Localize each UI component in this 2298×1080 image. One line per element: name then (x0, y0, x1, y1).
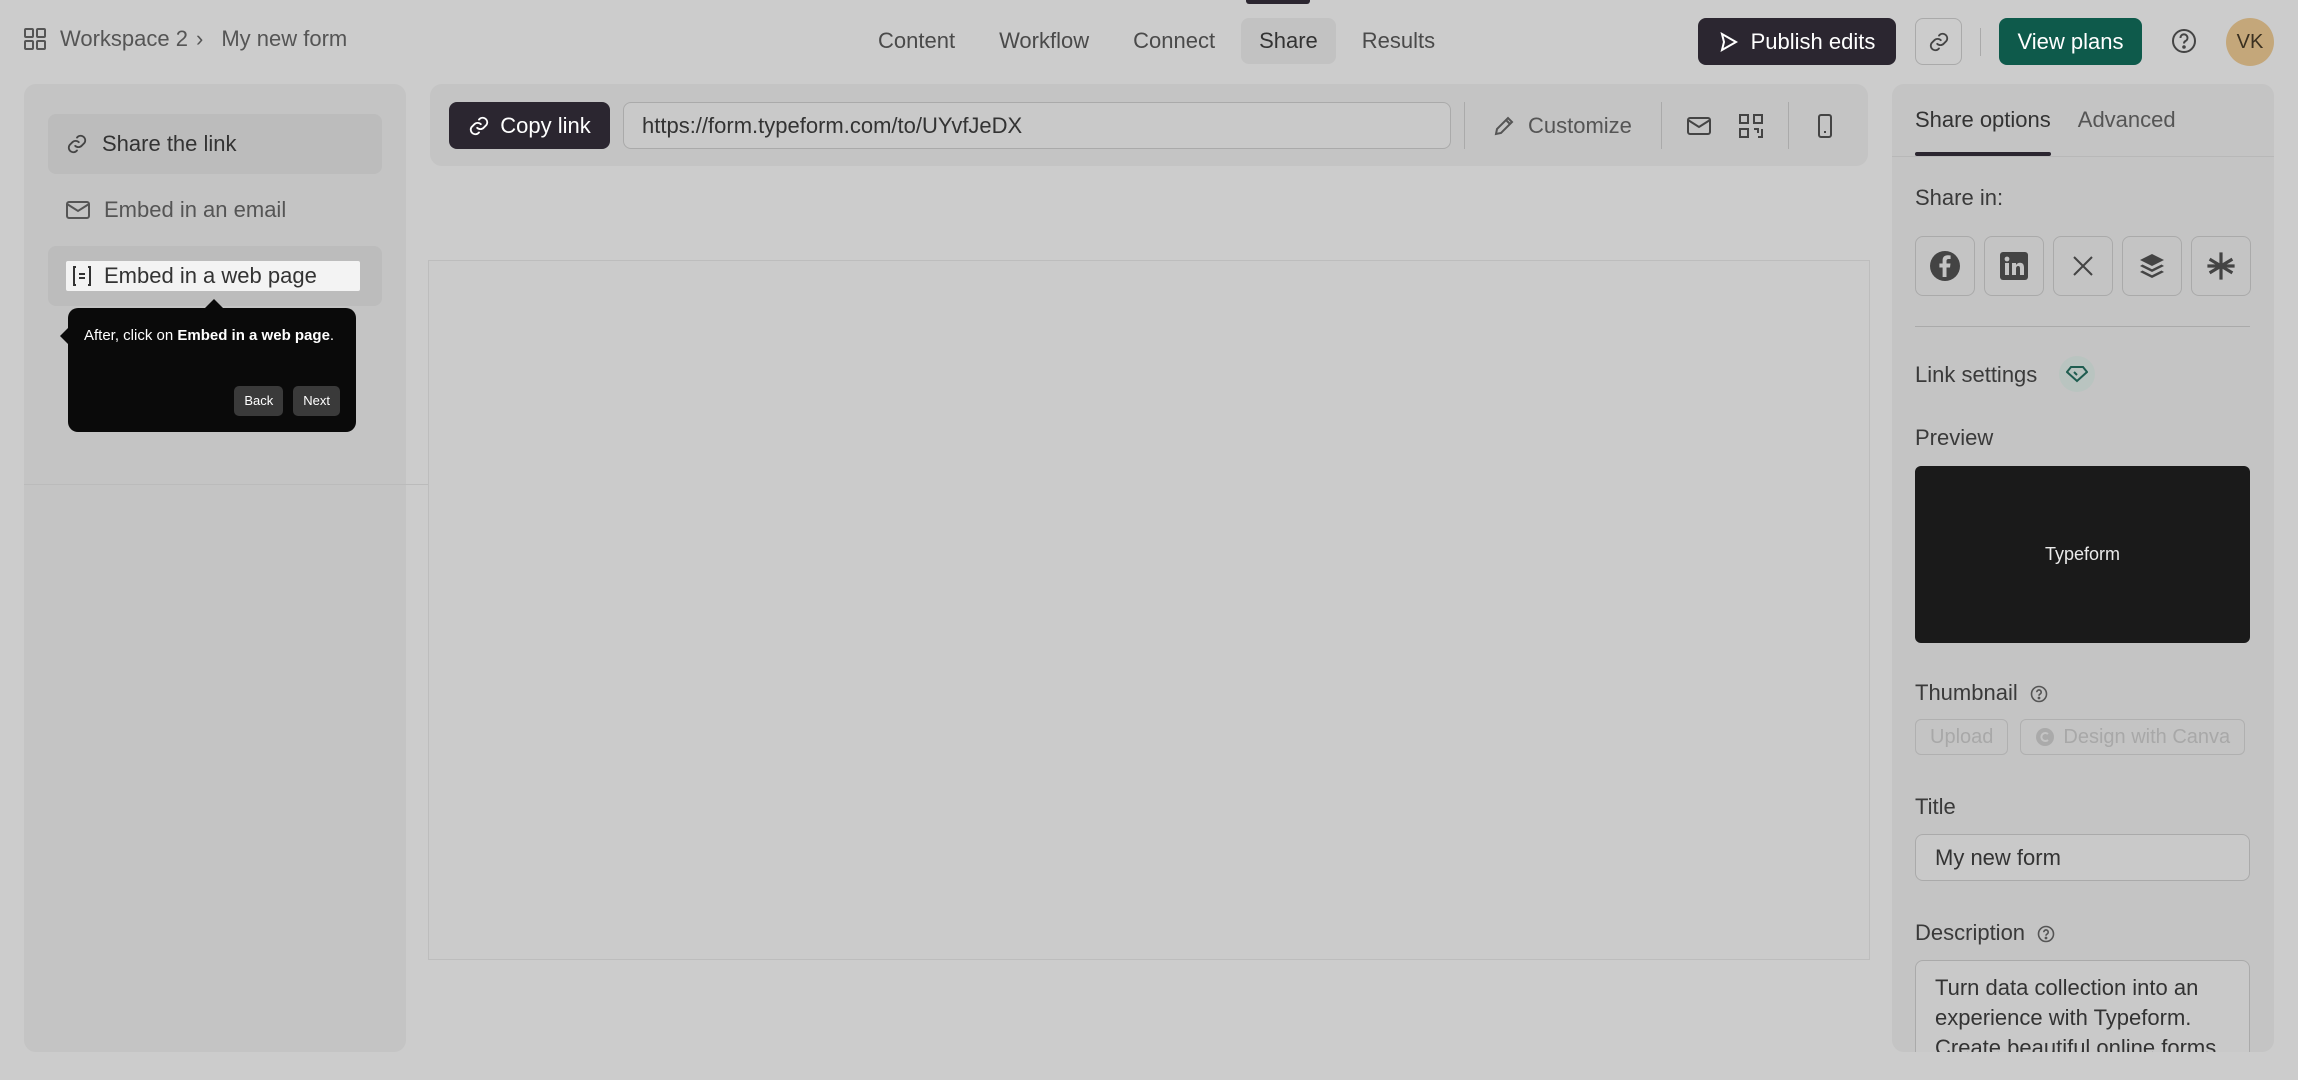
buffer-icon (2140, 254, 2164, 278)
description-textarea[interactable]: Turn data collection into an experience … (1915, 960, 2250, 1052)
description-label: Description (1915, 920, 2055, 946)
linkedin-share-button[interactable] (1984, 236, 2044, 296)
divider (1980, 28, 1981, 56)
avatar[interactable]: VK (2226, 18, 2274, 66)
sidebar-item-embed-web[interactable]: Embed in a web page (48, 246, 382, 306)
preview-label: Preview (1915, 425, 1994, 450)
link-settings-label: Link settings (1915, 362, 2038, 387)
copy-link-button[interactable]: Copy link (449, 102, 610, 149)
thumbnail-label: Thumbnail (1915, 680, 2048, 706)
linktree-share-button[interactable] (2191, 236, 2251, 296)
facebook-icon (1930, 251, 1960, 281)
title-input[interactable]: My new form (1915, 834, 2250, 881)
sidebar-item-share-link[interactable]: Share the link (48, 114, 382, 174)
mobile-preview-icon[interactable] (1812, 113, 1838, 139)
canva-icon (2036, 728, 2055, 746)
divider (1915, 326, 2250, 327)
customize-label: Customize (1528, 112, 1632, 138)
link-preview-card: Typeform (1915, 466, 2250, 643)
tab-content[interactable]: Content (860, 18, 973, 64)
sidebar-item-label: Embed in an email (104, 197, 287, 222)
tab-share[interactable]: Share (1241, 18, 1336, 64)
view-plans-button[interactable]: View plans (1999, 18, 2142, 65)
publish-label: Publish edits (1750, 28, 1876, 54)
highlight-target[interactable]: Embed in a web page (66, 261, 360, 291)
divider (1661, 102, 1662, 149)
customize-button[interactable]: Customize (1492, 102, 1632, 149)
tooltip-back-button[interactable]: Back (234, 386, 284, 416)
link-icon (67, 134, 87, 154)
share-in-label: Share in: (1915, 185, 2004, 210)
share-toolbar: Copy link https://form.typeform.com/to/U… (430, 84, 1868, 166)
tooltip-next-button[interactable]: Next (293, 386, 340, 416)
copy-link-icon-button[interactable] (1915, 18, 1962, 65)
tab-advanced[interactable]: Advanced (2078, 84, 2176, 156)
tab-connect[interactable]: Connect (1115, 18, 1233, 64)
divider (1464, 102, 1465, 149)
tab-results[interactable]: Results (1344, 18, 1453, 64)
form-preview-area (428, 260, 1870, 960)
share-url-field[interactable]: https://form.typeform.com/to/UYvfJeDX (623, 102, 1451, 149)
divider (24, 484, 430, 485)
publish-edits-button[interactable]: Publish edits (1698, 18, 1896, 65)
buffer-share-button[interactable] (2122, 236, 2182, 296)
mail-icon (66, 201, 90, 219)
info-icon[interactable] (2030, 685, 2048, 703)
title-label: Title (1915, 794, 1956, 819)
upload-button[interactable]: Upload (1915, 719, 2009, 755)
tab-workflow[interactable]: Workflow (981, 18, 1107, 64)
social-share-row (1915, 236, 2251, 296)
chevron-right-icon: › (195, 26, 204, 51)
mail-icon[interactable] (1686, 113, 1712, 139)
pencil-icon (1494, 116, 1514, 135)
sidebar-item-label: Share the link (102, 131, 237, 156)
tooltip-arrow (204, 299, 224, 309)
qr-code-icon[interactable] (1738, 113, 1764, 139)
grid-icon[interactable] (24, 28, 46, 50)
diamond-icon (2066, 366, 2088, 383)
breadcrumb: Workspace 2 › My new form (24, 26, 347, 52)
send-icon (1720, 31, 1738, 52)
copy-link-label: Copy link (500, 112, 591, 138)
sidebar-item-label: Embed in a web page (104, 263, 317, 288)
premium-badge[interactable] (2059, 356, 2095, 392)
info-icon[interactable] (2037, 925, 2055, 943)
tooltip-arrow (60, 328, 68, 344)
facebook-share-button[interactable] (1915, 236, 1975, 296)
main-nav: Content Workflow Connect Share Results (860, 18, 1453, 64)
x-icon (2073, 256, 2093, 276)
linktree-icon (2207, 252, 2235, 280)
tab-share-options[interactable]: Share options (1915, 84, 2051, 156)
form-name[interactable]: My new form (221, 26, 347, 52)
divider (1892, 156, 2274, 157)
workspace-link[interactable]: Workspace 2 (60, 26, 188, 52)
sidebar-item-embed-email[interactable]: Embed in an email (48, 180, 382, 240)
divider (1788, 102, 1789, 149)
x-share-button[interactable] (2053, 236, 2113, 296)
canva-label: Design with Canva (2063, 725, 2231, 748)
share-options-panel: Share options Advanced Share in: Link se… (1892, 84, 2274, 1052)
link-icon (1929, 32, 1948, 51)
linkedin-icon (2000, 252, 2028, 280)
link-icon (470, 116, 489, 135)
top-bar: Workspace 2 › My new form Content Workfl… (0, 0, 2298, 82)
active-tab-indicator (1246, 0, 1310, 4)
help-icon[interactable] (2170, 27, 2198, 55)
design-with-canva-button[interactable]: Design with Canva (2020, 719, 2246, 755)
onboarding-tooltip: After, click on Embed in a web page. Bac… (60, 299, 356, 432)
code-brackets-icon (73, 266, 91, 286)
share-method-panel: Share the link Embed in an email Embed i… (24, 84, 430, 1052)
tooltip-text: After, click on Embed in a web page. (84, 327, 335, 344)
